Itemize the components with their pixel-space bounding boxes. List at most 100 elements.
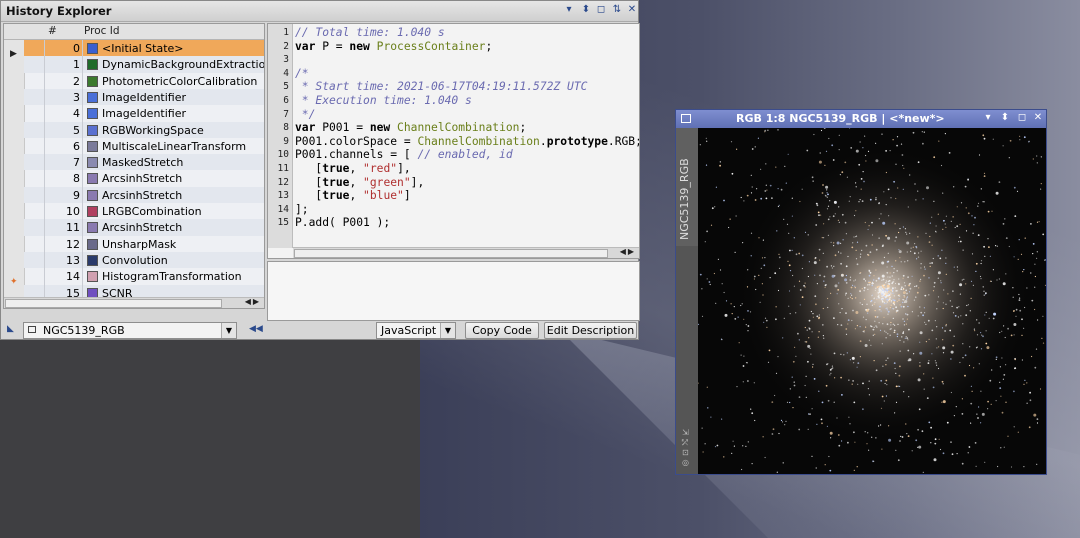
image-window-titlebar[interactable]: RGB 1:8 NGC5139_RGB | <*new*> ▾ ⬍ ◻ ✕ [676, 110, 1046, 128]
expand-icon[interactable]: ◣ [7, 324, 14, 334]
history-row[interactable]: 10 LRGBCombination [24, 203, 264, 219]
current-state-arrow-icon: ▶ [10, 49, 17, 59]
line-number: 11 [277, 163, 289, 174]
image-viewport[interactable] [698, 128, 1046, 474]
process-icon [87, 238, 98, 250]
code-line[interactable]: 4 /* [268, 67, 639, 81]
rewind-icon[interactable]: ◀◀ [249, 324, 263, 334]
description-area[interactable] [267, 261, 640, 321]
history-index: 9 [73, 188, 80, 202]
history-index: 5 [73, 123, 80, 137]
side-tools[interactable]: ⇲ ⤱ ⊡ ◎ [682, 428, 689, 468]
history-index: 12 [66, 237, 80, 251]
code-text: var P = new ProcessContainer; [295, 39, 493, 53]
column-header-proc-id[interactable]: Proc Id [84, 25, 120, 37]
edit-description-button[interactable]: Edit Description [544, 322, 637, 339]
process-icon [87, 271, 98, 283]
code-line[interactable]: 12 [true, "green"], [268, 176, 639, 190]
history-row[interactable]: 14 HistogramTransformation [24, 268, 264, 284]
process-name: DynamicBackgroundExtraction [102, 58, 265, 72]
minimize-icon[interactable]: ⬍ [998, 112, 1012, 123]
code-line[interactable]: 10 P001.channels = [ // enabled, id [268, 148, 639, 162]
history-index: 8 [73, 172, 80, 186]
history-list[interactable]: # Proc Id 0 <Initial State> 1 DynamicBackgr… [3, 23, 265, 309]
copy-code-button[interactable]: Copy Code [465, 322, 539, 339]
code-line[interactable]: 13 [true, "blue"] [268, 189, 639, 203]
list-horizontal-scrollbar[interactable]: ◀▶ [4, 297, 264, 308]
code-text: var P001 = new ChannelCombination; [295, 121, 527, 135]
window-titlebar[interactable]: History Explorer ▾ ⬍ ◻ ⇅ ✕ [1, 1, 638, 22]
code-line[interactable]: 14]; [268, 203, 639, 217]
code-text: /* [295, 66, 309, 80]
code-editor[interactable]: 1 // Total time: 1.040 s 2 var P = new Proc… [267, 23, 640, 259]
code-line[interactable]: 7 */ [268, 108, 639, 122]
code-text: P001.channels = [ // enabled, id [295, 148, 513, 162]
process-icon [87, 43, 98, 54]
scroll-thumb[interactable] [5, 299, 222, 308]
history-row[interactable]: 4 ImageIdentifier [24, 105, 264, 121]
code-line[interactable]: 5 * Start time: 2021-06-17T04:19:11.572Z… [268, 80, 639, 94]
maximize-icon[interactable]: ◻ [594, 4, 608, 15]
line-number: 2 [283, 40, 289, 52]
history-row[interactable]: 7 MaskedStretch [24, 154, 264, 171]
code-line[interactable]: 8 var P001 = new ChannelCombination; [268, 121, 639, 135]
bottom-toolbar: ◣ NGC5139_RGB ▼ ◀◀ JavaScript ▼ Copy Cod… [1, 321, 638, 339]
history-row[interactable]: 9 ArcsinhStretch [24, 186, 264, 203]
close-icon[interactable]: ✕ [1031, 112, 1045, 123]
column-header-index[interactable]: # [48, 25, 57, 37]
language-selector[interactable]: JavaScript ▼ [376, 322, 456, 339]
code-line[interactable]: 3 [268, 53, 639, 67]
history-row[interactable]: 1 DynamicBackgroundExtraction [24, 56, 265, 73]
pin-icon[interactable]: ⬍ [579, 4, 593, 15]
scroll-arrows-icon[interactable]: ◀▶ [245, 297, 261, 306]
shade-icon[interactable]: ▾ [981, 112, 995, 123]
close-icon[interactable]: ✕ [625, 4, 639, 15]
history-row[interactable]: 0 <Initial State> [24, 40, 264, 57]
history-row[interactable]: 13 Convolution [24, 251, 264, 269]
history-row[interactable]: 6 MultiscaleLinearTransform [24, 138, 264, 154]
window-menu-icon[interactable] [681, 114, 691, 123]
float-icon[interactable]: ⇅ [610, 4, 624, 15]
scroll-thumb[interactable] [294, 249, 608, 258]
process-icon [87, 254, 98, 266]
column-divider [82, 40, 83, 308]
process-name: ArcsinhStretch [102, 172, 183, 186]
process-name: ArcsinhStretch [102, 188, 183, 202]
code-line[interactable]: 11 [true, "red"], [268, 162, 639, 176]
code-line[interactable]: 9 P001.colorSpace = ChannelCombination.pr… [268, 135, 639, 149]
code-line[interactable]: 2 var P = new ProcessContainer; [268, 40, 639, 54]
line-number: 10 [277, 149, 289, 161]
line-number: 1 [283, 27, 289, 38]
maximize-icon[interactable]: ◻ [1015, 112, 1029, 123]
code-line[interactable]: 15 P.add( P001 ); [268, 216, 639, 230]
history-row[interactable]: 3 ImageIdentifier [24, 88, 264, 106]
code-text: * Execution time: 1.040 s [295, 94, 472, 107]
image-selector[interactable]: NGC5139_RGB ▼ [23, 322, 237, 339]
image-icon [28, 326, 36, 333]
code-line[interactable]: 1 // Total time: 1.040 s [268, 26, 639, 40]
language-selector-value: JavaScript [381, 324, 437, 337]
code-text: // Total time: 1.040 s [295, 26, 445, 39]
process-name: Convolution [102, 253, 168, 267]
process-name: MaskedStretch [102, 156, 184, 170]
history-index: 3 [73, 90, 80, 104]
shade-icon[interactable]: ▾ [562, 4, 576, 15]
process-icon [87, 157, 98, 169]
code-horizontal-scrollbar[interactable]: ◀▶ [293, 247, 639, 258]
line-number: 14 [277, 203, 289, 215]
history-row[interactable]: 2 PhotometricColorCalibration [24, 73, 264, 89]
process-icon [87, 108, 98, 120]
history-row[interactable]: 5 RGBWorkingSpace [24, 121, 264, 138]
history-row[interactable]: 11 ArcsinhStretch [24, 219, 264, 236]
code-line[interactable]: 6 * Execution time: 1.040 s [268, 94, 639, 108]
history-row[interactable]: 8 ArcsinhStretch [24, 170, 264, 186]
history-index: 0 [73, 42, 80, 55]
process-name: ImageIdentifier [102, 90, 187, 104]
scroll-arrows-icon[interactable]: ◀▶ [620, 247, 636, 256]
process-icon [87, 222, 98, 234]
history-index: 13 [66, 253, 80, 267]
line-number: 5 [283, 81, 289, 93]
history-row[interactable]: 12 UnsharpMask [24, 236, 264, 252]
line-number: 6 [283, 95, 289, 106]
process-name: LRGBCombination [102, 205, 202, 218]
